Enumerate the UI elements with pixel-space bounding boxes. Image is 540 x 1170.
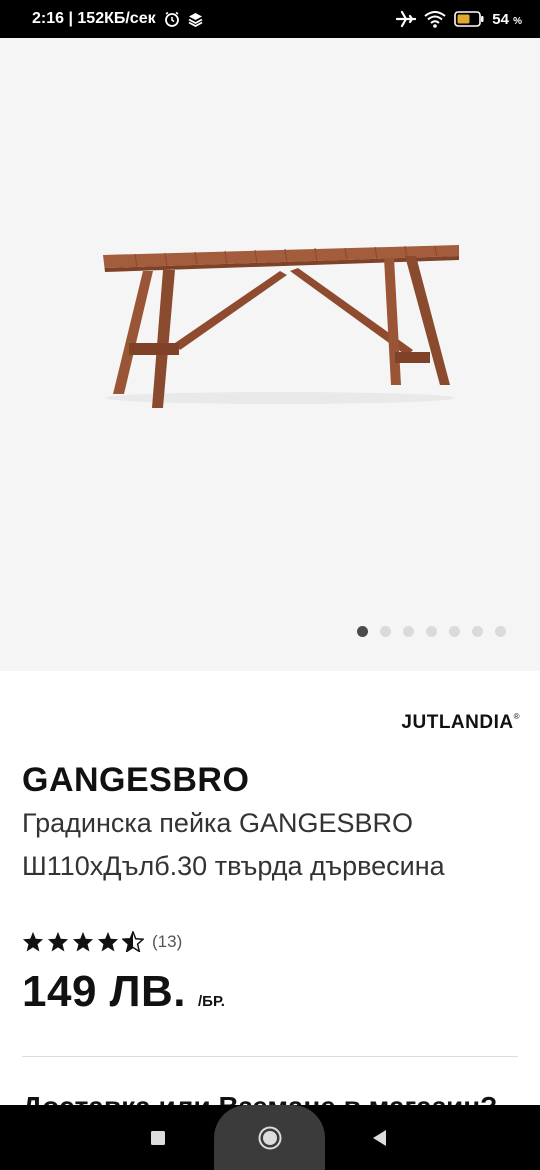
- carousel-dot-5[interactable]: [449, 626, 460, 637]
- brand-registered-mark: ®: [513, 712, 520, 721]
- airplane-icon: [396, 10, 417, 28]
- star-full-icon: [72, 931, 94, 952]
- back-triangle-icon: [373, 1130, 386, 1146]
- status-time: 2:16 | 152КБ/сек: [32, 10, 156, 27]
- alarm-icon: [164, 11, 180, 27]
- star-full-icon: [47, 931, 69, 952]
- battery-level: 54: [492, 10, 509, 28]
- back-button[interactable]: [362, 1120, 398, 1156]
- carousel-dot-2[interactable]: [380, 626, 391, 637]
- status-bar: 2:16 | 152КБ/сек 54 %: [0, 0, 540, 38]
- divider: [22, 1056, 518, 1057]
- product-rating[interactable]: (13): [22, 931, 182, 952]
- carousel-dot-4[interactable]: [426, 626, 437, 637]
- carousel-dots: [0, 626, 540, 637]
- carousel-dot-1[interactable]: [357, 626, 368, 637]
- star-full-icon: [97, 931, 119, 952]
- price: 149 ЛВ. /БР.: [22, 967, 225, 1017]
- brand-logo[interactable]: JUTLANDIA®: [401, 712, 520, 734]
- layers-icon: [188, 12, 203, 27]
- product-description: Градинска пейка GANGESBRO Ш110хДълб.30 т…: [22, 808, 445, 881]
- price-unit: /БР.: [198, 993, 225, 1010]
- rating-count: (13): [152, 931, 183, 951]
- product-image[interactable]: [95, 238, 465, 413]
- carousel-dot-6[interactable]: [472, 626, 483, 637]
- battery-unit: %: [513, 15, 522, 27]
- recent-apps-button[interactable]: [140, 1120, 176, 1156]
- carousel-dot-3[interactable]: [403, 626, 414, 637]
- brand-name: JUTLANDIA: [401, 712, 514, 733]
- star-full-icon: [22, 931, 44, 952]
- rating-stars: [22, 931, 144, 952]
- battery-icon: [454, 11, 484, 27]
- home-circle-icon: [258, 1126, 281, 1149]
- price-amount: 149 ЛВ.: [22, 967, 187, 1016]
- status-left: 2:16 | 152КБ/сек: [32, 10, 203, 28]
- star-half-icon: [122, 931, 144, 952]
- product-title: GANGESBRO: [22, 761, 250, 799]
- home-button[interactable]: [214, 1105, 325, 1170]
- carousel-dot-7[interactable]: [495, 626, 506, 637]
- screen: 2:16 | 152КБ/сек 54 % JUTLANDIA® GANGESB…: [0, 0, 540, 1170]
- battery-percent: 54 %: [492, 11, 522, 28]
- status-right: 54 %: [396, 10, 522, 28]
- square-icon: [151, 1131, 165, 1145]
- navigation-bar: [0, 1105, 540, 1170]
- wifi-icon: [424, 10, 446, 28]
- product-gallery[interactable]: [0, 38, 540, 671]
